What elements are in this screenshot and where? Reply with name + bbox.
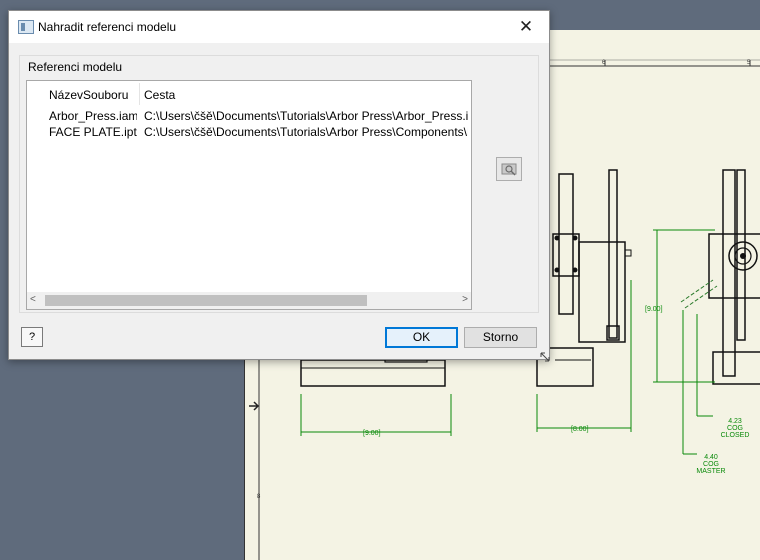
scroll-right-arrow-icon[interactable]: > <box>462 294 468 305</box>
column-separator[interactable] <box>139 83 140 105</box>
title-bar[interactable]: Nahradit referenci modelu ✕ <box>9 11 549 43</box>
resize-grip-icon[interactable] <box>539 351 551 363</box>
model-reference-group: Referenci modelu NázevSouboru Cesta Arbo… <box>19 55 539 313</box>
dialog-title: Nahradit referenci modelu <box>38 20 177 34</box>
sheet-zone-8: 8 <box>257 494 261 500</box>
row-path[interactable]: C:\Users\čšě\Documents\Tutorials\Arbor P… <box>144 125 468 139</box>
dimension-vertical: [9.00] <box>645 306 663 313</box>
close-button[interactable]: ✕ <box>503 11 549 43</box>
column-header-path[interactable]: Cesta <box>144 88 175 102</box>
window-icon <box>18 20 34 34</box>
sheet-zone-6: 6 <box>602 60 606 66</box>
scroll-left-arrow-icon[interactable]: < <box>30 294 36 305</box>
row-filename[interactable]: FACE PLATE.ipt <box>49 125 137 139</box>
browse-button[interactable] <box>496 157 522 181</box>
scrollbar-thumb[interactable] <box>45 295 367 306</box>
cog-closed-value: 4.23 <box>728 418 742 425</box>
row-path[interactable]: C:\Users\čšě\Documents\Tutorials\Arbor P… <box>144 109 468 123</box>
cog-closed-line1: COG <box>727 425 743 432</box>
dimension-middle: [8.00] <box>571 426 589 433</box>
cog-closed-line2: CLOSED <box>720 432 750 439</box>
cog-master-line1: COG <box>703 461 719 468</box>
cancel-button[interactable]: Storno <box>464 327 537 348</box>
browse-folder-icon <box>501 163 517 176</box>
column-header-filename[interactable]: NázevSouboru <box>49 88 128 102</box>
cog-closed-label: 4.23 COG CLOSED <box>715 418 755 439</box>
sheet-zone-5: 5 <box>747 60 751 66</box>
cog-master-label: 4.40 COG MASTER <box>691 454 731 475</box>
cog-master-value: 4.40 <box>704 454 718 461</box>
ok-button[interactable]: OK <box>385 327 458 348</box>
help-button[interactable]: ? <box>21 327 43 347</box>
row-filename[interactable]: Arbor_Press.iam <box>49 109 137 123</box>
group-label: Referenci modelu <box>28 60 123 74</box>
reference-list[interactable]: NázevSouboru Cesta Arbor_Press.iam C:\Us… <box>26 80 472 310</box>
horizontal-scrollbar[interactable]: < > <box>27 292 471 309</box>
replace-model-reference-dialog: Nahradit referenci modelu ✕ Referenci mo… <box>8 10 551 363</box>
cog-master-line2: MASTER <box>696 468 726 475</box>
dimension-left: [9.00] <box>363 430 381 437</box>
